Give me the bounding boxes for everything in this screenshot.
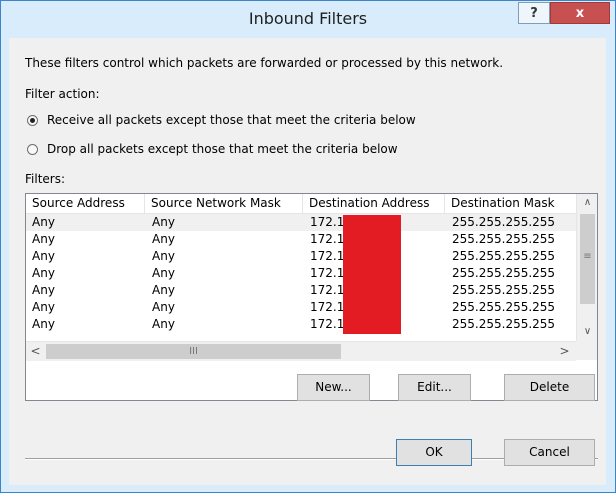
dialog-window: Inbound Filters ? x These filters contro… [0,0,616,493]
cell-destination-mask: 255.255.255.255 [452,300,556,314]
table-row[interactable]: Any Any 172.1 255.255.255.255 [26,265,576,282]
column-header-source-address[interactable]: Source Address [26,194,145,213]
column-header-source-mask[interactable]: Source Network Mask [145,194,303,213]
cell-source-address: Any [32,300,55,314]
table-row[interactable]: Any Any 172.1 255.255.255.255 [26,231,576,248]
list-header: Source Address Source Network Mask Desti… [26,194,576,214]
cell-source-mask: Any [152,249,175,263]
new-button[interactable]: New... [297,374,370,401]
delete-button[interactable]: Delete [504,374,595,401]
redaction-block [343,215,401,334]
horizontal-scrollbar[interactable]: < III > [26,341,576,361]
cell-destination-mask: 255.255.255.255 [452,266,556,280]
cell-destination-mask: 255.255.255.255 [452,317,556,331]
close-button[interactable]: x [550,2,610,24]
scroll-right-button[interactable]: > [555,342,574,361]
cell-source-mask: Any [152,232,175,246]
cell-destination-mask: 255.255.255.255 [452,232,556,246]
filters-label: Filters: [25,172,66,186]
cell-destination-address: 172.1 [310,317,345,331]
cell-destination-address: 172.1 [310,266,345,280]
scroll-down-button[interactable]: ∨ [577,323,597,340]
cell-destination-address: 172.1 [310,215,345,229]
vertical-scrollbar[interactable]: ∧ ≡ ∨ [576,194,597,341]
cell-source-address: Any [32,283,55,297]
scrollbar-corner [576,341,597,360]
cell-destination-mask: 255.255.255.255 [452,215,556,229]
column-header-destination-mask[interactable]: Destination Mask [445,194,576,213]
vertical-scroll-thumb[interactable]: ≡ [580,214,595,304]
list-rows: Any Any 172.1 255.255.255.255 Any Any 172.1 255… [26,214,576,333]
cell-source-mask: Any [152,300,175,314]
cancel-button[interactable]: Cancel [504,439,595,466]
help-button[interactable]: ? [518,2,550,24]
cell-source-address: Any [32,232,55,246]
table-row[interactable]: Any Any 172.1 255.255.255.255 [26,282,576,299]
filters-list[interactable]: Source Address Source Network Mask Desti… [25,193,598,401]
cell-source-address: Any [32,215,55,229]
column-header-destination-address[interactable]: Destination Address [303,194,445,213]
horizontal-scroll-thumb[interactable]: III [46,344,341,359]
radio-button-receive[interactable] [27,115,38,126]
scroll-left-button[interactable]: < [26,342,45,361]
title-bar[interactable]: Inbound Filters ? x [1,1,615,37]
table-row[interactable]: Any Any 172.1 255.255.255.255 [26,214,576,231]
cell-destination-address: 172.1 [310,232,345,246]
table-row[interactable]: Any Any 172.1 255.255.255.255 [26,316,576,333]
cell-destination-mask: 255.255.255.255 [452,249,556,263]
ok-button[interactable]: OK [396,439,472,466]
cell-source-address: Any [32,249,55,263]
filter-action-label: Filter action: [25,87,100,101]
dialog-body: These filters control which packets are … [9,38,606,485]
cell-source-mask: Any [152,317,175,331]
horizontal-grip-icon: III [189,346,198,357]
radio-drop-label[interactable]: Drop all packets except those that meet … [47,142,398,156]
description-text: These filters control which packets are … [25,56,504,70]
cell-source-mask: Any [152,283,175,297]
cell-source-mask: Any [152,215,175,229]
radio-receive-label[interactable]: Receive all packets except those that me… [47,113,416,127]
cell-destination-address: 172.1 [310,300,345,314]
table-row[interactable]: Any Any 172.1 255.255.255.255 [26,299,576,316]
cell-destination-address: 172.1 [310,283,345,297]
cell-source-address: Any [32,266,55,280]
cell-destination-mask: 255.255.255.255 [452,283,556,297]
cell-destination-address: 172.1 [310,249,345,263]
radio-button-drop[interactable] [27,144,38,155]
cell-source-address: Any [32,317,55,331]
scroll-up-button[interactable]: ∧ [577,194,597,211]
edit-button[interactable]: Edit... [398,374,471,401]
vertical-grip-icon: ≡ [583,251,592,262]
cell-source-mask: Any [152,266,175,280]
table-row[interactable]: Any Any 172.1 255.255.255.255 [26,248,576,265]
